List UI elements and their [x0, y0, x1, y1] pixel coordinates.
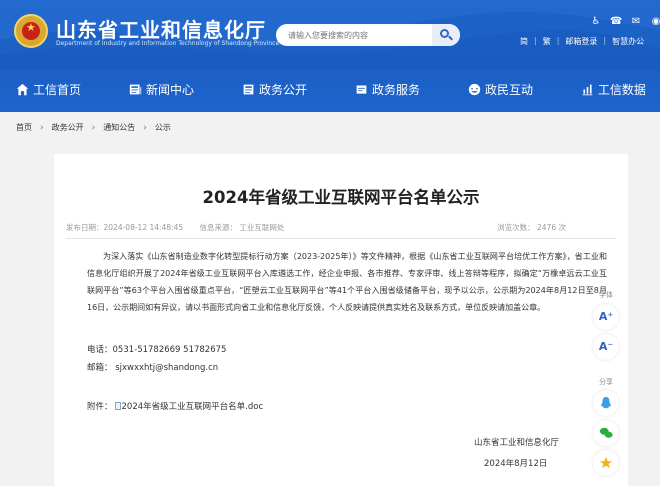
meta-left: 发布日期：2024-08-12 14:48:45 信息来源： 工业互联网处 — [66, 222, 298, 233]
contact-phone: 电话：0531-51782669 51782675 — [87, 345, 227, 355]
traditional-link[interactable]: 繁 — [543, 36, 551, 47]
site-title[interactable]: 山东省工业和信息化厅 — [56, 14, 266, 43]
publish-time: 发布日期：2024-08-12 14:48:45 — [66, 223, 184, 232]
nav-label: 工信数据 — [597, 82, 646, 97]
service-icon — [356, 84, 367, 94]
separator: | — [556, 36, 560, 45]
contact-email: 邮箱： sjxwxxhtj@shandong.cn — [87, 363, 219, 373]
gov-icon — [243, 84, 254, 94]
chevron-right-icon: › — [91, 122, 96, 133]
share-label: 分享 — [599, 378, 613, 386]
nav-item-gov-service[interactable]: 政务服务 — [355, 76, 420, 102]
search-icon-handle — [448, 35, 453, 41]
star-icon — [599, 456, 613, 469]
news-icon — [129, 84, 142, 94]
nav-label: 新闻中心 — [145, 82, 194, 97]
nav-label: 政务服务 — [371, 82, 420, 97]
breadcrumb-gov-open[interactable]: 政务公开 — [52, 122, 84, 133]
home-icon — [16, 83, 29, 95]
document-icon — [114, 402, 121, 410]
font-label: 字体 — [599, 291, 613, 299]
breadcrumb-publicity[interactable]: 公示 — [155, 122, 171, 133]
nav-label: 政民互动 — [484, 82, 533, 97]
header-tools: ♿ ☎ ✉ ◉ 简 | 繁 | 邮箱登录 | 智慧办公 — [518, 16, 660, 56]
mail-login-link[interactable]: 邮箱登录 — [565, 36, 597, 47]
simplified-link[interactable]: 简 — [520, 36, 528, 47]
nav-item-news[interactable]: 新闻中心 — [129, 76, 194, 102]
chevron-right-icon: › — [40, 122, 44, 133]
mail-icon[interactable]: ✉ — [630, 16, 642, 28]
star-icon: ★ — [26, 21, 36, 34]
view-count: 浏览次数： 2476 次 — [497, 223, 566, 232]
separator: | — [603, 36, 607, 45]
attachment-row: 附件： 2024年省级工业互联网平台名单.doc — [87, 400, 263, 412]
divider — [66, 238, 616, 239]
phone-icon[interactable]: ☎ — [610, 16, 622, 28]
site-subtitle: Department of Industry and Information T… — [56, 40, 280, 47]
emblem-logo[interactable]: ★ — [14, 14, 48, 48]
nav-label: 工信首页 — [33, 82, 82, 97]
search-button[interactable] — [432, 24, 460, 46]
info-source: 信息来源： 工业互联网处 — [199, 223, 285, 232]
article-title: 2024年省级工业互联网平台名单公示 — [202, 188, 480, 207]
accessibility-icon[interactable]: ♿ — [590, 16, 602, 28]
interact-icon — [468, 83, 481, 95]
main-nav: 工信首页 新闻中心 政务公开 政务服务 政民互动 工信数据 — [0, 76, 660, 102]
breadcrumb-notice[interactable]: 通知公告 — [103, 122, 135, 133]
site-header: ★ 山东省工业和信息化厅 Department of Industry and … — [0, 0, 660, 112]
nav-label: 政务公开 — [258, 82, 307, 97]
article-meta: 发布日期：2024-08-12 14:48:45 信息来源： 工业互联网处 浏览… — [66, 221, 616, 235]
signature-date: 2024年8月12日 — [484, 459, 548, 469]
attachment-link[interactable]: 2024年省级工业互联网平台名单.doc — [122, 402, 264, 412]
separator: | — [534, 36, 537, 45]
breadcrumb-home[interactable]: 首页 — [16, 122, 32, 133]
qq-icon — [600, 396, 612, 409]
favorite-button[interactable] — [593, 450, 619, 476]
weibo-icon[interactable]: ◉ — [650, 16, 660, 28]
search-input[interactable] — [288, 28, 428, 42]
nav-item-data[interactable]: 工信数据 — [581, 76, 646, 102]
smart-office-link[interactable]: 智慧办公 — [612, 36, 644, 47]
wechat-share-button[interactable] — [593, 420, 619, 446]
attachment-label: 附件： — [87, 402, 113, 412]
chevron-right-icon: › — [143, 122, 147, 133]
article-body: 为深入落实《山东省制造业数字化转型提标行动方案（2023-2025年）》等文件精… — [87, 248, 607, 316]
tool-links: 简 | 繁 | 邮箱登录 | 智慧办公 — [520, 36, 644, 47]
tool-icons: ♿ ☎ ✉ ◉ — [590, 16, 660, 28]
nav-item-interaction[interactable]: 政民互动 — [468, 76, 533, 102]
font-increase-button[interactable]: A⁺ — [593, 304, 619, 330]
wechat-icon — [599, 427, 613, 438]
font-decrease-button[interactable]: A⁻ — [593, 334, 619, 360]
signature-org: 山东省工业和信息化厅 — [474, 438, 560, 448]
breadcrumb: 首页 › 政务公开 › 通知公告 › 公示 — [16, 122, 171, 133]
nav-item-home[interactable]: 工信首页 — [16, 76, 81, 102]
article-card: 2024年省级工业互联网平台名单公示 发布日期：2024-08-12 14:48… — [54, 154, 628, 486]
data-icon — [582, 84, 593, 95]
nav-item-gov-open[interactable]: 政务公开 — [242, 76, 307, 102]
qq-share-button[interactable] — [593, 390, 619, 416]
article-paragraph: 为深入落实《山东省制造业数字化转型提标行动方案（2023-2025年）》等文件精… — [87, 252, 607, 312]
search-box — [276, 24, 460, 46]
